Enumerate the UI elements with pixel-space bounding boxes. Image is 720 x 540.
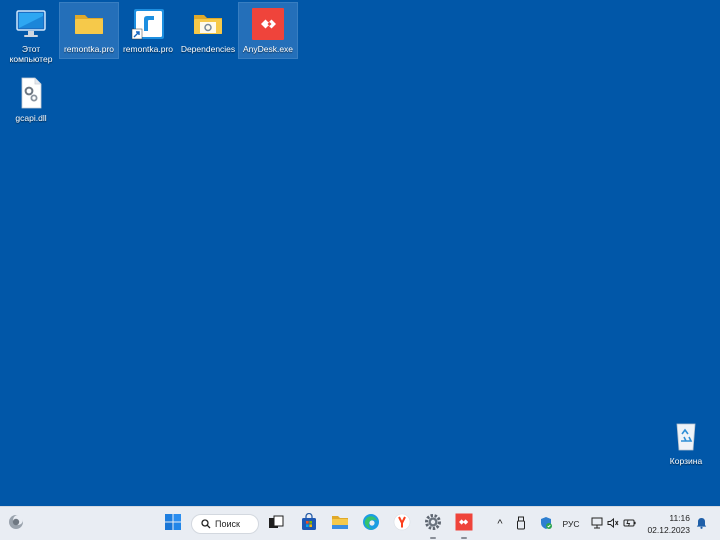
- tray-show-hidden-button[interactable]: ^: [493, 515, 507, 533]
- settings-gear-icon: [424, 513, 442, 536]
- desktop[interactable]: Этот компьютер remontka.pro remontka.pro: [0, 0, 720, 506]
- task-view-icon: [268, 514, 284, 535]
- weather-widget-icon: [7, 513, 25, 536]
- store-icon: [300, 512, 318, 536]
- taskbar-microsoft-store[interactable]: [297, 512, 321, 536]
- clock-button[interactable]: 11:16 02.12.2023: [647, 512, 690, 536]
- language-indicator: РУС: [562, 519, 580, 529]
- file-explorer-icon: [331, 513, 349, 536]
- remontka-app-icon: [131, 7, 165, 41]
- dll-file-icon: [14, 76, 48, 110]
- taskbar-yandex-browser[interactable]: [390, 512, 414, 536]
- desktop-icon-label: remontka.pro: [122, 44, 174, 54]
- tray-usb-button[interactable]: [514, 515, 528, 533]
- volume-icon: [607, 517, 619, 531]
- taskbar-anydesk[interactable]: [452, 512, 476, 539]
- taskbar-search-box[interactable]: Поиск: [191, 514, 259, 534]
- desktop-icon-dependencies-folder[interactable]: Dependencies: [179, 3, 237, 58]
- desktop-icon-recycle-bin[interactable]: Корзина: [657, 415, 715, 470]
- desktop-icon-label: AnyDesk.exe: [242, 44, 294, 54]
- clock-time: 11:16: [669, 513, 690, 523]
- yandex-browser-icon: [393, 513, 411, 536]
- battery-icon: [623, 517, 637, 531]
- monitor-icon: [14, 7, 48, 41]
- bell-icon: [696, 517, 707, 531]
- search-icon: [201, 519, 211, 529]
- notifications-button[interactable]: [694, 515, 708, 533]
- desktop-icon-label: remontka.pro: [63, 44, 115, 54]
- network-icon: [591, 517, 603, 531]
- chevron-up-icon: ^: [497, 518, 503, 530]
- taskbar-edge[interactable]: [359, 512, 383, 536]
- desktop-icon-this-pc[interactable]: Этот компьютер: [2, 3, 60, 68]
- weather-widget-button[interactable]: [4, 512, 28, 536]
- tray-language-button[interactable]: РУС: [559, 515, 583, 533]
- desktop-icon-label: Этот компьютер: [9, 44, 53, 64]
- clock-date: 02.12.2023: [647, 525, 690, 535]
- taskbar-task-view[interactable]: [264, 512, 288, 536]
- windows-start-icon: [164, 513, 182, 536]
- edge-icon: [362, 513, 380, 536]
- anydesk-icon: [251, 7, 285, 41]
- desktop-icon-label: Корзина: [669, 456, 703, 466]
- desktop-icon-label: Dependencies: [180, 44, 236, 54]
- desktop-icon-gcapi-dll[interactable]: gcapi.dll: [2, 72, 60, 127]
- taskbar-settings[interactable]: [421, 512, 445, 539]
- running-indicator: [461, 537, 467, 539]
- anydesk-icon: [455, 513, 473, 536]
- desktop-icon-remontka-shortcut[interactable]: remontka.pro: [119, 3, 177, 58]
- start-button[interactable]: [161, 512, 185, 536]
- desktop-icon-remontka-folder[interactable]: remontka.pro: [59, 2, 119, 59]
- desktop-icon-anydesk-exe[interactable]: AnyDesk.exe: [238, 2, 298, 59]
- folder-gear-icon: [191, 7, 225, 41]
- tray-defender-button[interactable]: [538, 515, 554, 533]
- usb-drive-icon: [516, 516, 526, 532]
- recycle-bin-icon: [669, 419, 703, 453]
- taskbar-file-explorer[interactable]: [328, 512, 352, 536]
- running-indicator: [430, 537, 436, 539]
- taskbar: Поиск ^ РУС 11:16 02.12.2023: [0, 506, 720, 540]
- search-label: Поиск: [215, 519, 240, 529]
- folder-icon: [72, 7, 106, 41]
- security-shield-icon: [539, 516, 553, 532]
- desktop-icon-label: gcapi.dll: [15, 113, 47, 123]
- tray-network-volume-battery-button[interactable]: [589, 515, 639, 533]
